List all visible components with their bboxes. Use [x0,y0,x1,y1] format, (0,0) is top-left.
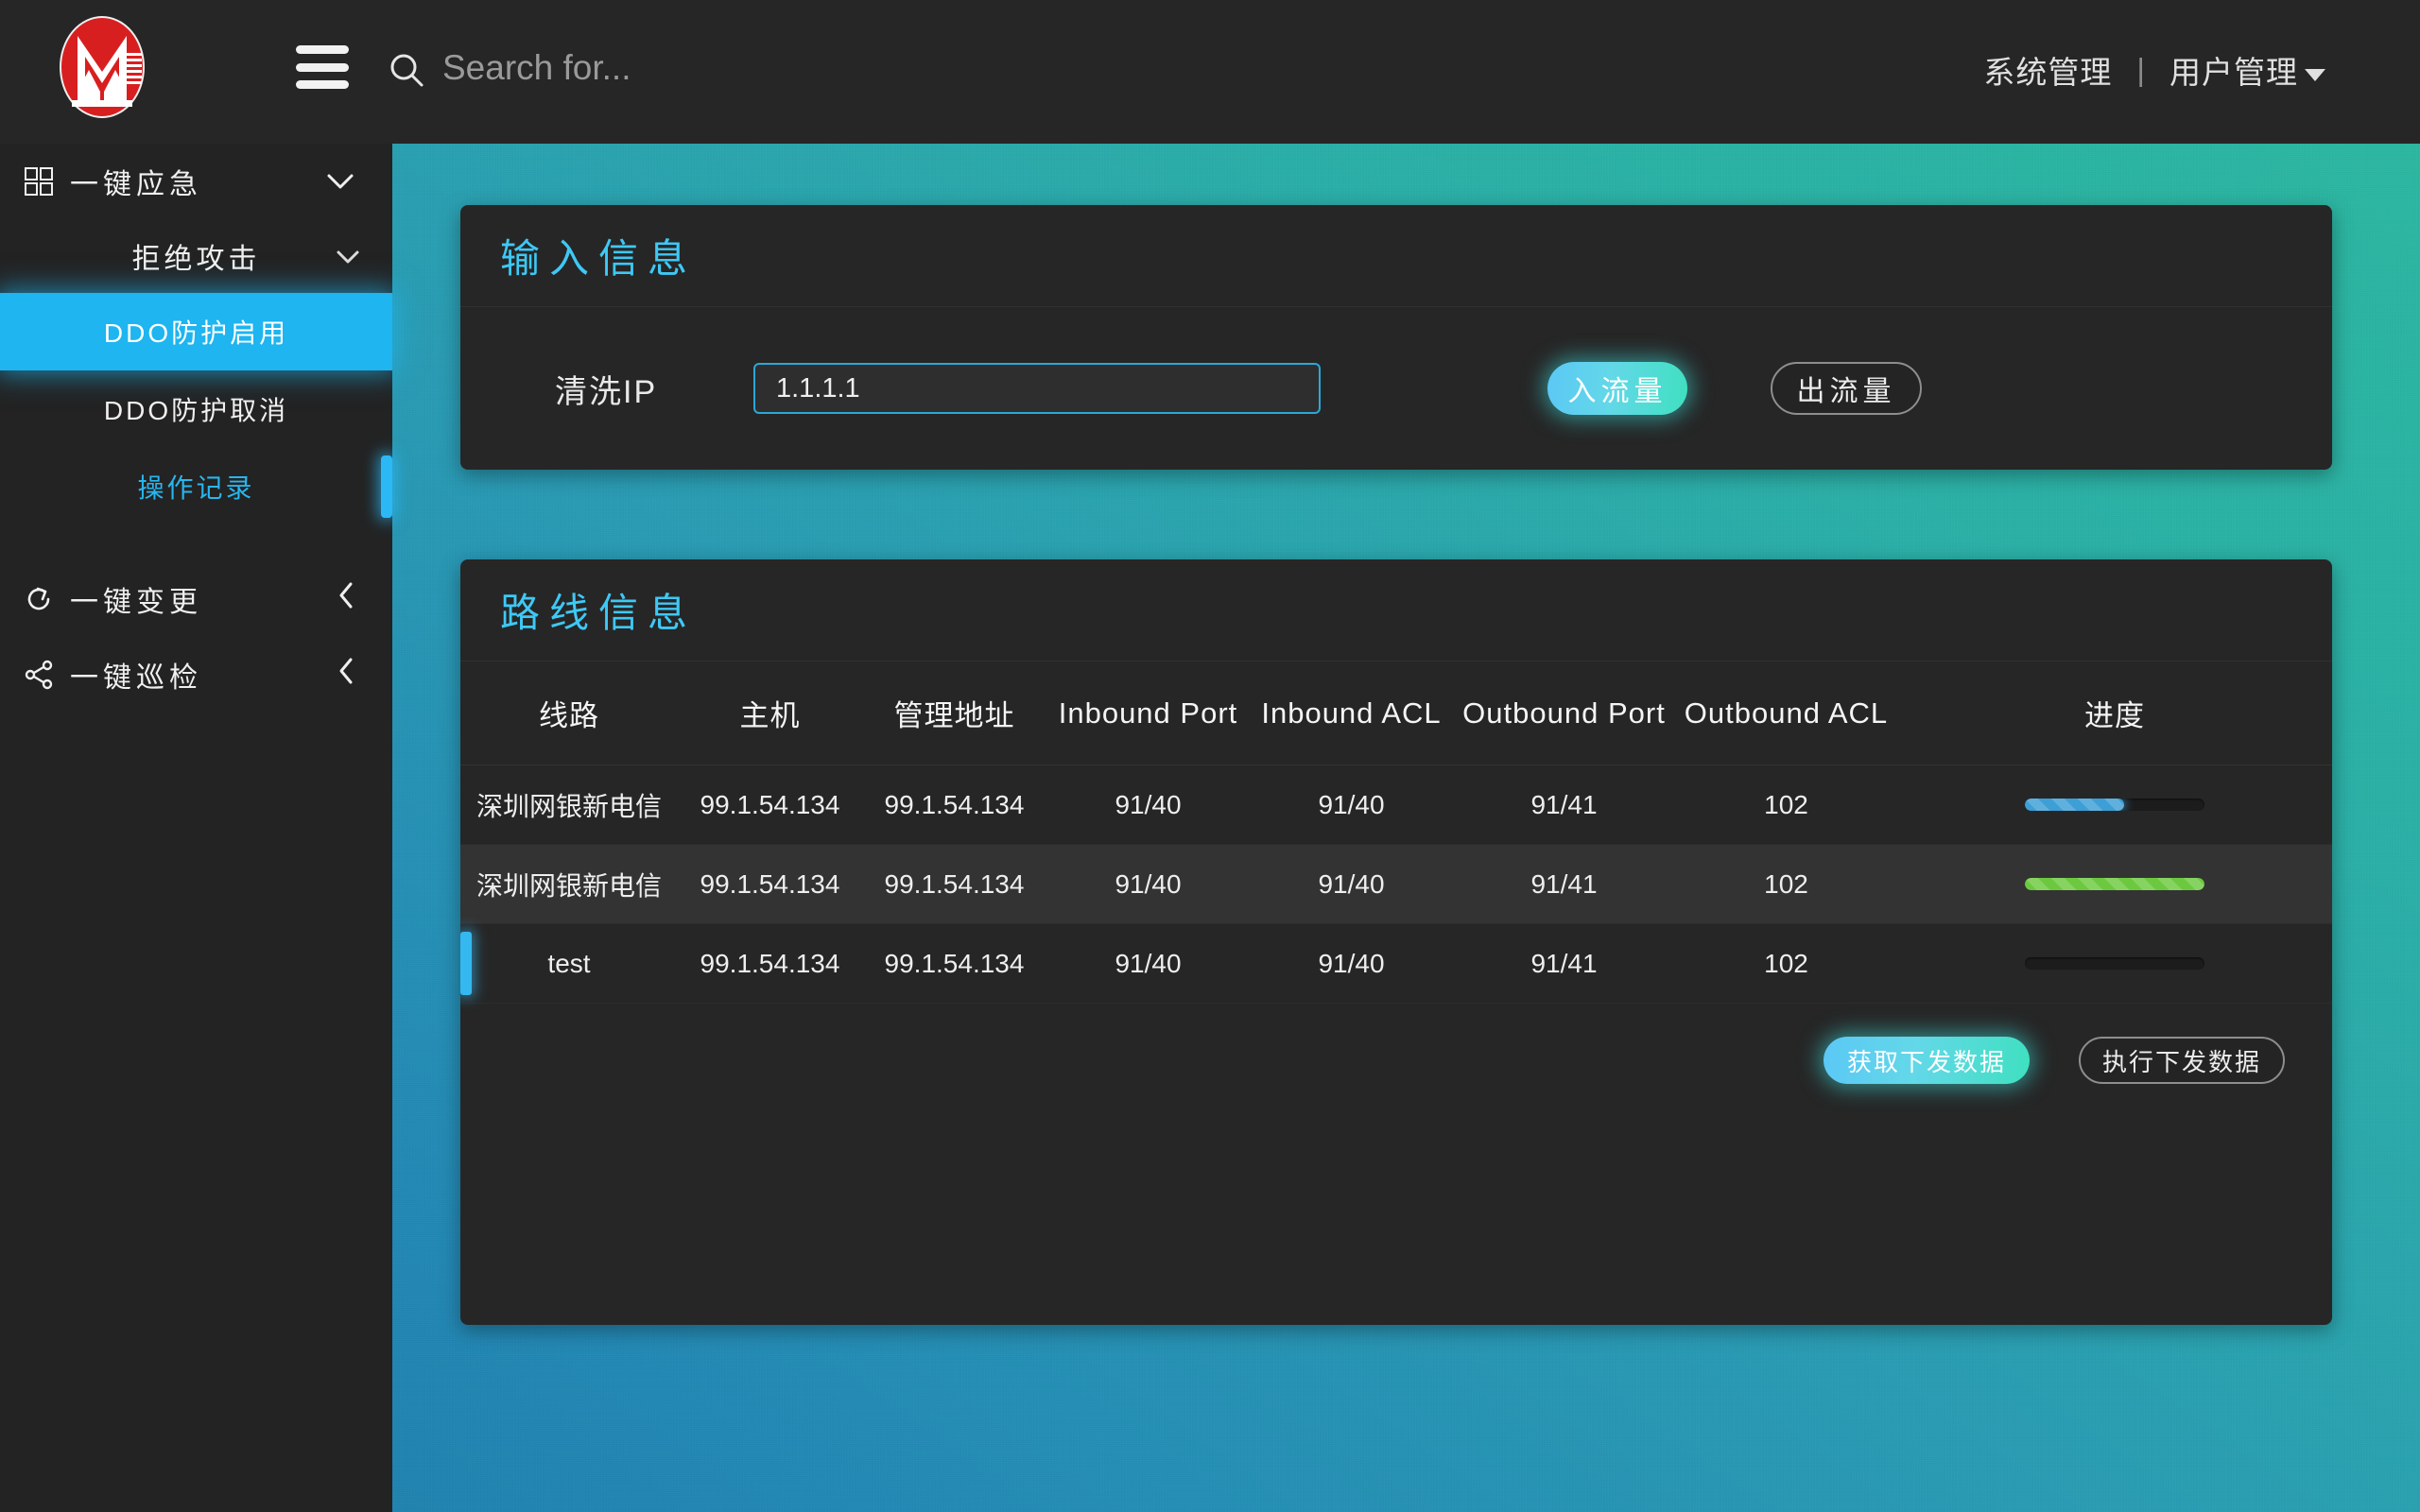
sidebar-item-ddo-disable[interactable]: DDO防护取消 [0,370,392,448]
progress-bar [2025,799,2204,811]
cell-line: 深圳网银新电信 [475,791,662,821]
cell-outbound-acl: 102 [1764,948,1808,978]
cell-mgmt-address: 99.1.54.134 [884,789,1025,819]
cell-progress [1897,957,2332,970]
chevron-down-icon [336,240,360,272]
cell-host: 99.1.54.134 [700,868,840,899]
cell-outbound-port: 91/41 [1530,789,1598,819]
sidebar: 一键应急 拒绝攻击 DDO防护启用 DDO防护取消 操作记录 一键变更 一键巡检 [0,144,392,1512]
table-row[interactable]: test 99.1.54.134 99.1.54.134 91/40 91/40… [460,924,2332,1004]
sidebar-item-operation-log[interactable]: 操作记录 [0,448,392,525]
sidebar-group-inspection-label: 一键巡检 [70,662,202,694]
execute-dispatch-data-button[interactable]: 执行下发数据 [2079,1037,2285,1084]
share-nodes-icon [23,659,55,691]
input-info-panel: 输入信息 清洗IP 入流量 出流量 [460,205,2332,470]
cell-inbound-acl: 91/40 [1318,948,1385,978]
progress-bar-fill [2025,799,2124,811]
cell-outbound-port: 91/41 [1530,948,1598,978]
sidebar-item-operation-log-label: 操作记录 [137,473,255,503]
column-header-outbound-acl: Outbound ACL [1684,696,1889,730]
column-header-line: 线路 [539,699,599,732]
cleaning-ip-row: 清洗IP 入流量 出流量 [460,307,2332,470]
main-content: 输入信息 清洗IP 入流量 出流量 路线信息 线路 主机 管理地址 Inboun… [392,144,2420,1512]
column-header-inbound-port: Inbound Port [1058,696,1238,730]
sidebar-group-change-label: 一键变更 [70,587,202,618]
cell-inbound-acl: 91/40 [1318,789,1385,819]
progress-bar-fill [2025,878,2204,890]
table-row[interactable]: 深圳网银新电信 99.1.54.134 99.1.54.134 91/40 91… [460,845,2332,924]
sidebar-group-emergency-label: 一键应急 [70,169,202,200]
inbound-traffic-button[interactable]: 入流量 [1547,362,1687,415]
refresh-icon [23,583,55,615]
column-header-outbound-port: Outbound Port [1462,696,1666,730]
cleaning-ip-input[interactable] [753,363,1321,414]
sidebar-item-ddo-enable[interactable]: DDO防护启用 [0,293,392,370]
cell-inbound-port: 91/40 [1115,789,1182,819]
route-table: 线路 主机 管理地址 Inbound Port Inbound ACL Outb… [460,662,2332,1004]
cell-host: 99.1.54.134 [700,789,840,819]
cell-outbound-acl: 102 [1764,789,1808,819]
chevron-left-icon [337,657,354,693]
search-input[interactable] [442,42,1161,94]
cell-outbound-port: 91/41 [1530,868,1598,899]
cell-line: 深圳网银新电信 [475,870,662,901]
sidebar-item-ddo-disable-label: DDO防护取消 [103,396,289,425]
column-header-mgmt-address: 管理地址 [893,699,1015,732]
grid-icon [23,165,55,198]
search-icon[interactable] [388,52,425,90]
route-info-panel-title: 路线信息 [500,591,698,635]
column-header-progress: 进度 [2084,699,2145,732]
table-row[interactable]: 深圳网银新电信 99.1.54.134 99.1.54.134 91/40 91… [460,765,2332,845]
chevron-down-icon [2305,68,2325,81]
cell-mgmt-address: 99.1.54.134 [884,868,1025,899]
fetch-dispatch-data-button[interactable]: 获取下发数据 [1824,1037,2030,1084]
sidebar-item-ddo-enable-label: DDO防护启用 [103,318,289,348]
route-panel-footer: 获取下发数据 执行下发数据 [460,1004,2332,1117]
nav-system-management[interactable]: 系统管理 [1983,47,2112,93]
sidebar-submenu-deny-attack[interactable]: 拒绝攻击 [0,219,392,293]
input-info-panel-header: 输入信息 [460,205,2332,307]
progress-bar [2025,878,2204,890]
sidebar-group-change[interactable]: 一键变更 [0,561,392,637]
route-info-panel-header: 路线信息 [460,559,2332,662]
top-nav: 系统管理 | 用户管理 [1983,47,2325,93]
sidebar-submenu-deny-attack-label: 拒绝攻击 [131,244,261,275]
cell-outbound-acl: 102 [1764,868,1808,899]
cell-line: test [547,948,591,978]
cell-inbound-port: 91/40 [1115,948,1182,978]
cell-host: 99.1.54.134 [700,948,840,978]
input-info-panel-title: 输入信息 [500,236,698,281]
chevron-down-icon [326,165,354,198]
cell-progress [1897,878,2332,890]
column-header-inbound-acl: Inbound ACL [1261,696,1442,730]
cell-progress [1897,799,2332,811]
cell-inbound-acl: 91/40 [1318,868,1385,899]
column-header-host: 主机 [739,699,801,732]
nav-user-management[interactable]: 用户管理 [2169,47,2325,93]
cell-inbound-port: 91/40 [1115,868,1182,899]
hamburger-icon[interactable] [296,45,349,89]
company-logo [55,11,149,123]
sidebar-group-inspection[interactable]: 一键巡检 [0,637,392,713]
route-info-panel: 路线信息 线路 主机 管理地址 Inbound Port Inbound ACL… [460,559,2332,1325]
cell-mgmt-address: 99.1.54.134 [884,948,1025,978]
row-selected-indicator [460,932,472,995]
nav-separator: | [2136,52,2145,87]
cleaning-ip-label: 清洗IP [555,373,658,410]
sidebar-active-indicator [381,455,392,518]
top-bar: 系统管理 | 用户管理 [0,0,2420,144]
chevron-left-icon [337,581,354,617]
sidebar-group-emergency[interactable]: 一键应急 [0,144,392,219]
nav-user-management-label: 用户管理 [2169,55,2298,90]
outbound-traffic-button[interactable]: 出流量 [1771,362,1922,415]
route-table-header: 线路 主机 管理地址 Inbound Port Inbound ACL Outb… [460,662,2332,765]
progress-bar [2025,957,2204,970]
